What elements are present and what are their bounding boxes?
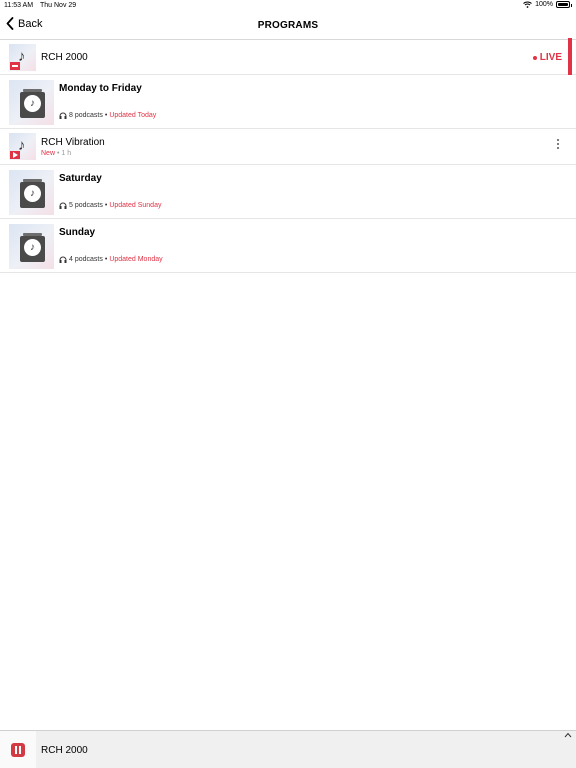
updated-label: Updated Sunday xyxy=(109,202,162,209)
more-options-button[interactable] xyxy=(554,139,562,153)
wifi-icon xyxy=(523,1,532,8)
program-row-monday-to-friday[interactable]: ♪ Monday to Friday 8 podcasts • Updated … xyxy=(0,75,576,129)
podcast-count: 5 podcasts xyxy=(69,202,103,209)
live-stream-artwork: ♪ xyxy=(9,44,36,71)
episode-row-rch-vibration[interactable]: ♪ RCH Vibration New • 1 h xyxy=(0,129,576,165)
podcast-folder-icon: ♪ xyxy=(20,179,45,208)
mini-player-title: RCH 2000 xyxy=(41,745,88,756)
meta-separator: • xyxy=(56,150,60,157)
status-time: 11:53 AM xyxy=(4,2,34,9)
nav-bar: Back PROGRAMS xyxy=(0,12,576,40)
program-title: Monday to Friday xyxy=(59,83,142,94)
status-bar: 11:53 AM Thu Nov 29 100% xyxy=(0,0,576,12)
headphones-icon xyxy=(59,202,67,209)
program-artwork: ♪ xyxy=(9,170,54,215)
battery-percent: 100% xyxy=(535,1,553,8)
live-label: LIVE xyxy=(539,52,562,63)
live-stream-title: RCH 2000 xyxy=(41,52,88,63)
program-row-sunday[interactable]: ♪ Sunday 4 podcasts • Updated Monday xyxy=(0,219,576,273)
podcast-folder-icon: ♪ xyxy=(20,89,45,118)
program-artwork: ♪ xyxy=(9,224,54,269)
program-title: Saturday xyxy=(59,173,102,184)
episode-duration: 1 h xyxy=(61,150,72,157)
headphones-icon xyxy=(59,256,67,263)
status-right: 100% xyxy=(523,1,572,8)
live-indicator: LIVE xyxy=(532,52,562,63)
podcast-count: 8 podcasts xyxy=(69,112,103,119)
program-meta: 4 podcasts • Updated Monday xyxy=(59,256,163,263)
new-label: New xyxy=(41,150,56,157)
meta-separator: • xyxy=(104,112,108,119)
live-dot-icon xyxy=(532,55,537,60)
status-date: Thu Nov 29 xyxy=(40,2,77,9)
program-meta: 5 podcasts • Updated Sunday xyxy=(59,202,161,209)
battery-icon xyxy=(556,1,572,8)
program-title: Sunday xyxy=(59,227,96,238)
episode-title: RCH Vibration xyxy=(41,137,105,148)
updated-label: Updated Monday xyxy=(109,256,163,263)
play-badge-icon xyxy=(10,151,20,159)
headphones-icon xyxy=(59,112,67,119)
podcast-folder-icon: ♪ xyxy=(20,233,45,262)
updated-label: Updated Today xyxy=(109,112,157,119)
pause-icon[interactable] xyxy=(11,743,25,757)
meta-separator: • xyxy=(104,256,108,263)
mini-player-artwork xyxy=(0,731,36,768)
episode-meta: New • 1 h xyxy=(41,150,71,157)
chevron-up-icon[interactable] xyxy=(564,732,572,738)
page-title: PROGRAMS xyxy=(257,20,319,31)
meta-separator: • xyxy=(104,202,108,209)
program-meta: 8 podcasts • Updated Today xyxy=(59,112,156,119)
live-accent-bar xyxy=(568,38,572,75)
program-artwork: ♪ xyxy=(9,80,54,125)
live-stream-row[interactable]: ♪ RCH 2000 LIVE xyxy=(0,38,576,75)
screen: 11:53 AM Thu Nov 29 100% Back PROGRAMS ♪ xyxy=(0,0,576,768)
mini-player[interactable]: RCH 2000 xyxy=(0,730,576,768)
live-badge-icon xyxy=(10,62,20,70)
programs-list: ♪ RCH 2000 LIVE ♪ Monday to Friday 8 pod… xyxy=(0,38,576,273)
program-row-saturday[interactable]: ♪ Saturday 5 podcasts • Updated Sunday xyxy=(0,165,576,219)
episode-artwork: ♪ xyxy=(9,133,36,160)
podcast-count: 4 podcasts xyxy=(69,256,103,263)
